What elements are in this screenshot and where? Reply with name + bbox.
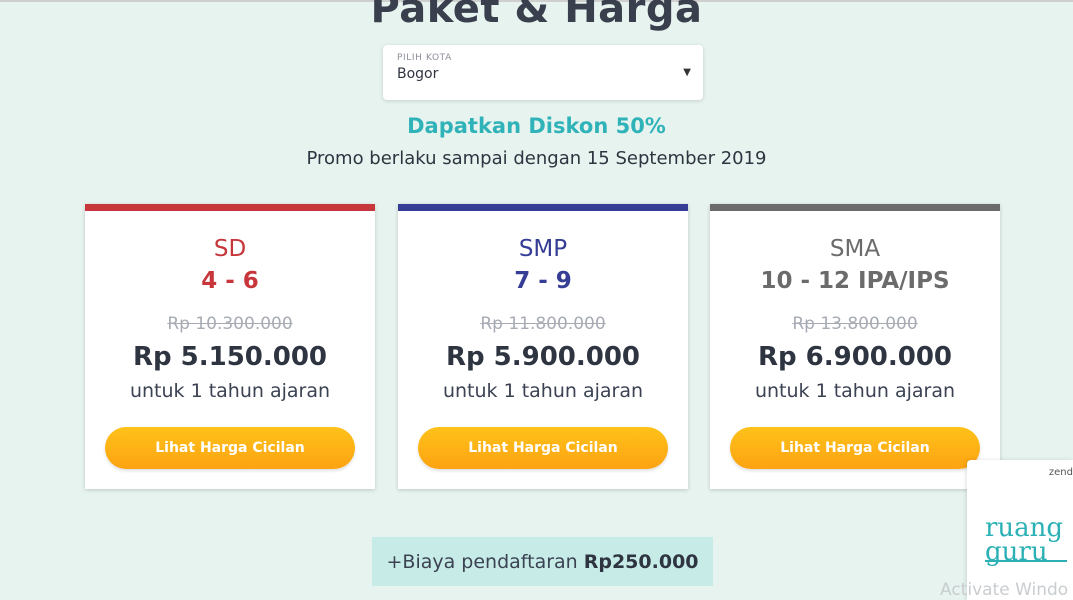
price-card-sd: SD 4 - 6 Rp 10.300.000 Rp 5.150.000 untu… (85, 204, 375, 489)
card-grade: 10 - 12 IPA/IPS (760, 268, 950, 294)
card-period: untuk 1 tahun ajaran (129, 380, 331, 402)
card-grade: 4 - 6 (201, 268, 259, 294)
card-level: SMA (829, 236, 881, 262)
card-accent-bar (710, 204, 1000, 211)
card-level: SD (213, 236, 247, 262)
caret-down-icon: ▼ (683, 67, 691, 78)
installment-price-button[interactable]: Lihat Harga Cicilan (105, 427, 355, 469)
registration-fee-amount: Rp250.000 (583, 550, 699, 573)
city-select[interactable]: PILIH KOTA Bogor ▼ (383, 45, 703, 100)
card-period: untuk 1 tahun ajaran (754, 380, 956, 402)
card-price: Rp 5.900.000 (445, 342, 641, 372)
registration-fee-banner: +Biaya pendaftaran Rp250.000 (372, 537, 713, 586)
card-old-price: Rp 13.800.000 (792, 314, 918, 334)
card-price: Rp 5.150.000 (132, 342, 328, 372)
card-period: untuk 1 tahun ajaran (442, 380, 644, 402)
page-title: Paket & Harga (370, 0, 703, 32)
price-card-sma: SMA 10 - 12 IPA/IPS Rp 13.800.000 Rp 6.9… (710, 204, 1000, 489)
card-grade: 7 - 9 (514, 268, 572, 294)
windows-activation-watermark: Activate Windo (940, 580, 1069, 600)
ruangguru-logo: ruang guru (985, 515, 1063, 565)
promo-text: Promo berlaku sampai dengan 15 September… (306, 148, 767, 169)
card-old-price: Rp 11.800.000 (480, 314, 606, 334)
city-select-label: PILIH KOTA (397, 53, 452, 63)
installment-price-button[interactable]: Lihat Harga Cicilan (730, 427, 980, 469)
card-accent-bar (85, 204, 375, 211)
city-select-value: Bogor (397, 66, 439, 82)
card-price: Rp 6.900.000 (757, 342, 953, 372)
registration-fee-text: +Biaya pendaftaran (386, 550, 578, 573)
discount-headline: Dapatkan Diskon 50% (407, 114, 666, 138)
card-level: SMP (518, 236, 568, 262)
widget-brand-text: zend (1048, 467, 1073, 478)
chat-widget[interactable]: zend ruang guru (967, 460, 1073, 600)
price-card-smp: SMP 7 - 9 Rp 11.800.000 Rp 5.900.000 unt… (398, 204, 688, 489)
card-accent-bar (398, 204, 688, 211)
installment-price-button[interactable]: Lihat Harga Cicilan (418, 427, 668, 469)
logo-underline (985, 560, 1067, 562)
card-old-price: Rp 10.300.000 (167, 314, 293, 334)
